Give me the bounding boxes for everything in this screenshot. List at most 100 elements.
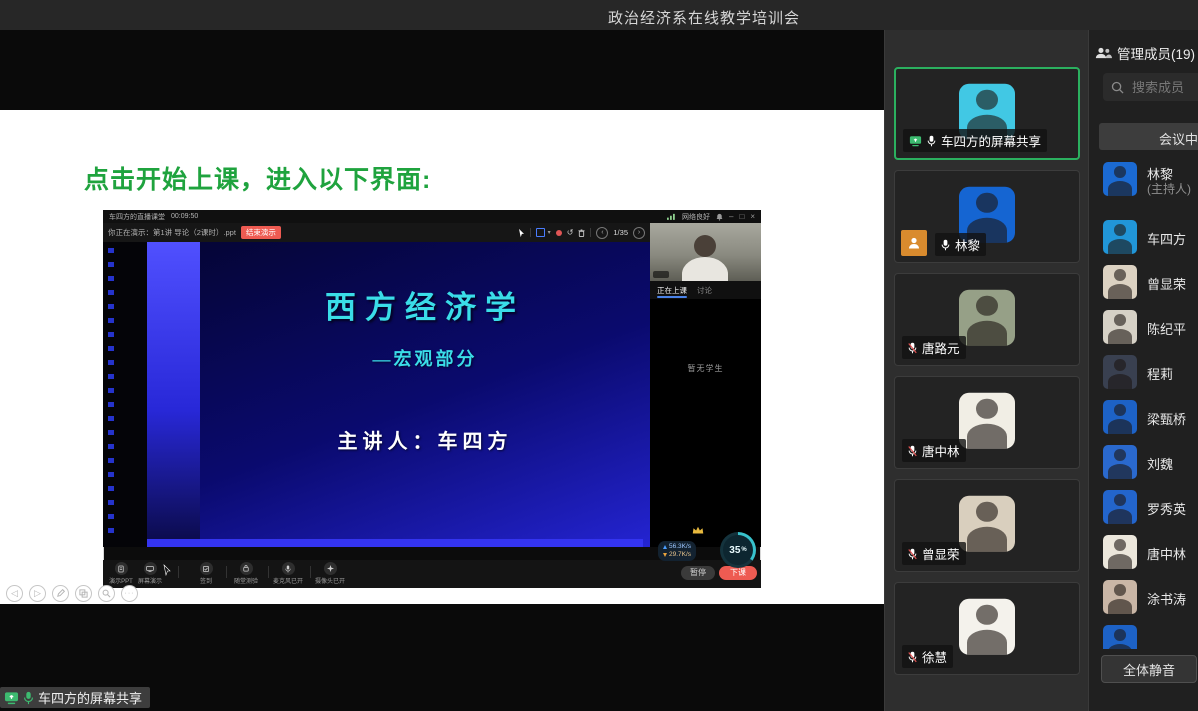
cpu-gauge: 35%: [720, 532, 756, 568]
next-slide-icon: ▷: [29, 585, 46, 602]
tile-name: 车四方的屏幕共享: [941, 131, 1041, 150]
video-tile-share[interactable]: 车四方的屏幕共享: [894, 67, 1080, 160]
avatar: [1103, 580, 1137, 614]
video-tile[interactable]: 徐慧: [894, 582, 1080, 675]
webcam-name-chip: [653, 271, 669, 278]
tile-name: 林黎: [955, 235, 980, 254]
classroom-timer: 00:09:50: [171, 213, 198, 220]
ppt-slide: 西方经济学 —宏观部分 主讲人：车四方: [103, 242, 650, 547]
member-row[interactable]: 陈纪平: [1089, 310, 1198, 352]
members-panel-title: 管理成员(19): [1117, 43, 1195, 63]
in-meeting-section-bar[interactable]: 会议中-19: [1099, 123, 1198, 150]
avatar: [1103, 265, 1137, 299]
tab-in-class: 正在上课: [657, 281, 687, 299]
classroom-student-panel: 正在上课 讨论 暂无学生: [650, 223, 761, 547]
members-panel-header: 管理成员(19): [1095, 43, 1195, 63]
members-panel: 管理成员(19) 会议中-19 林黎 (主持人) 车四方 曾显荣 陈纪平 程莉 …: [1088, 30, 1198, 711]
member-row[interactable]: 梁甄桥: [1089, 400, 1198, 442]
slide-left-band: [147, 242, 200, 547]
video-tile[interactable]: 林黎: [894, 170, 1080, 263]
in-meeting-section-label: 会议中-19: [1159, 129, 1198, 148]
slide-filmstrip: [103, 242, 147, 547]
toolbar-button-mic: 麦克风已开: [271, 562, 305, 585]
share-badge-label: 车四方的屏幕共享: [38, 688, 142, 707]
tile-name-chip: 唐路元: [902, 336, 966, 359]
more-options-icon: ···: [121, 585, 138, 602]
member-row[interactable]: 唐中林: [1089, 535, 1198, 577]
upload-arrow-icon: [663, 545, 667, 549]
ppt-presenter-controls: ◁ ▷ ···: [6, 585, 138, 602]
host-badge-icon: [901, 230, 927, 256]
remote-cursor-icon: [163, 564, 171, 576]
mute-all-button[interactable]: 全体静音: [1101, 655, 1197, 683]
video-thumbnail-strip: 车四方的屏幕共享 林黎 唐路元 唐中林: [884, 30, 1088, 711]
member-name: 刘魏: [1147, 454, 1173, 473]
network-status-label: 网络良好: [682, 212, 710, 222]
avatar: [1103, 445, 1137, 479]
tile-name: 唐中林: [922, 441, 960, 460]
undo-icon: ↺: [567, 228, 574, 237]
tile-name-chip: 徐慧: [902, 645, 953, 668]
presenting-text: 你正在演示：第1讲 导论（2课时）.ppt: [108, 227, 236, 238]
member-role: (主持人): [1147, 180, 1191, 197]
member-row[interactable]: 车四方: [1089, 220, 1198, 262]
teacher-silhouette: [678, 233, 733, 281]
slides-overview-icon: [75, 585, 92, 602]
tile-name: 曾显荣: [922, 544, 960, 563]
window-title: 政治经济系在线教学培训会: [608, 7, 800, 28]
upload-speed: 56.3K/s: [669, 543, 691, 551]
member-search-box[interactable]: [1103, 73, 1198, 101]
member-row[interactable]: 曾显荣: [1089, 265, 1198, 307]
laser-pointer-icon: [556, 230, 562, 236]
member-name: 唐中林: [1147, 544, 1186, 563]
pen-icon: [52, 585, 69, 602]
classroom-title: 车四方的直播课堂: [109, 212, 165, 222]
crown-icon: [692, 526, 704, 535]
member-name: 车四方: [1147, 229, 1186, 248]
slide-presenter-line: 主讲人：车四方: [200, 425, 650, 454]
member-row[interactable]: [1089, 625, 1198, 649]
cpu-gauge-value: 35: [729, 545, 740, 556]
next-page-icon: ›: [633, 227, 645, 239]
shape-dropdown-icon: ▾: [548, 229, 551, 236]
video-tile[interactable]: 唐路元: [894, 273, 1080, 366]
avatar: [959, 495, 1015, 551]
shared-screen-stage: 点击开始上课，进入以下界面: 车四方的直播课堂 00:09:50 网络良好 – …: [0, 30, 884, 711]
page-indicator: 1/35: [613, 228, 628, 237]
tile-name-chip: 林黎: [935, 233, 986, 256]
member-row[interactable]: 刘魏: [1089, 445, 1198, 487]
end-present-button: 结束演示: [241, 226, 281, 239]
member-row[interactable]: 程莉: [1089, 355, 1198, 397]
member-name: 梁甄桥: [1147, 409, 1186, 428]
mic-muted-icon: [908, 548, 917, 560]
window-titlebar: 政治经济系在线教学培训会: [0, 0, 1198, 31]
slide-bottom-bar: [147, 539, 643, 547]
mic-muted-icon: [908, 445, 917, 457]
member-name: 程莉: [1147, 364, 1173, 383]
avatar: [1103, 490, 1137, 524]
download-speed: 29.7K/s: [669, 551, 691, 559]
network-speed-readout: 56.3K/s 29.7K/s: [658, 541, 696, 561]
tile-name-chip: 车四方的屏幕共享: [903, 129, 1047, 152]
avatar: [959, 392, 1015, 448]
member-row[interactable]: 罗秀英: [1089, 490, 1198, 532]
member-name: 罗秀英: [1147, 499, 1186, 518]
slide-title: 西方经济学: [200, 282, 650, 327]
member-name: 陈纪平: [1147, 319, 1186, 338]
member-row[interactable]: 涂书涛: [1089, 580, 1198, 622]
member-row[interactable]: 林黎 (主持人): [1089, 162, 1198, 216]
video-tile[interactable]: 唐中林: [894, 376, 1080, 469]
maximize-icon: □: [739, 212, 744, 221]
embedded-classroom-screenshot: 车四方的直播课堂 00:09:50 网络良好 – □ × 你正在演示：第1讲 导…: [103, 210, 761, 575]
member-name: 涂书涛: [1147, 589, 1186, 608]
toolbar-button-camera: 摄像头已开: [313, 562, 347, 585]
screen-share-icon: [4, 691, 19, 705]
member-name: 曾显荣: [1147, 274, 1186, 293]
no-students-text: 暂无学生: [650, 363, 761, 374]
avatar: [1103, 310, 1137, 344]
tile-name: 唐路元: [922, 338, 960, 357]
search-input[interactable]: [1130, 79, 1198, 96]
toolbar-button-checkin: 签到: [189, 562, 223, 585]
video-tile[interactable]: 曾显荣: [894, 479, 1080, 572]
toolbar-button-quiz: 随堂测验: [229, 562, 263, 585]
